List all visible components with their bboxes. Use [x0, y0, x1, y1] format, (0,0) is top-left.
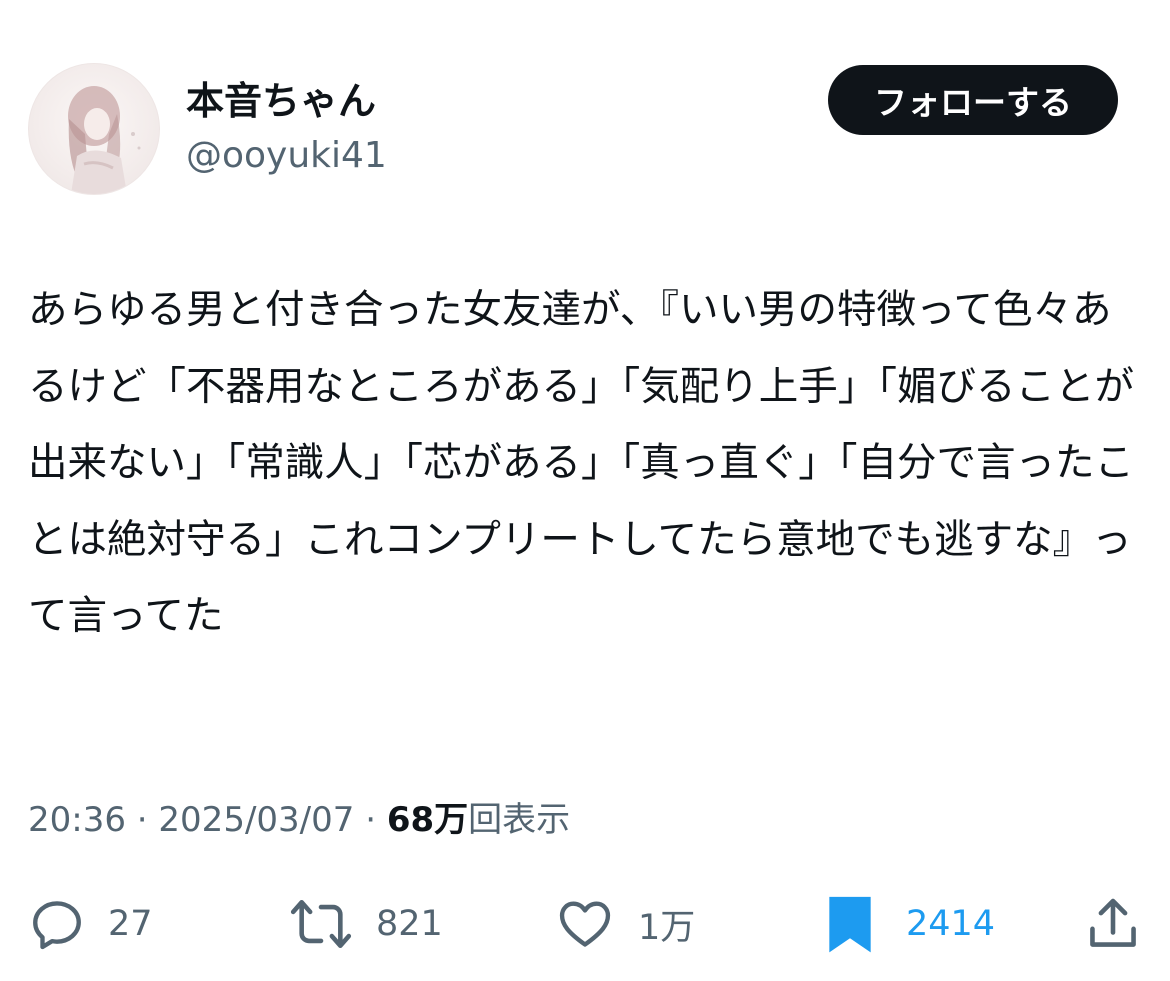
avatar[interactable] [28, 63, 160, 195]
meta-separator: · [354, 800, 387, 840]
views-count: 68万 [386, 800, 469, 840]
retweet-icon [290, 899, 352, 949]
tweet-date[interactable]: 2025/03/07 [158, 800, 354, 840]
reply-icon [33, 901, 81, 950]
retweet-button[interactable]: 821 [288, 888, 443, 960]
bookmark-count: 2414 [906, 904, 996, 944]
reply-count: 27 [108, 904, 153, 944]
views-label: 回表示 [468, 800, 571, 840]
bookmark-button[interactable]: 2414 [824, 888, 995, 960]
heart-icon [559, 901, 611, 947]
retweet-count: 821 [376, 904, 443, 944]
like-button[interactable]: 1万 [554, 888, 695, 960]
meta-separator: · [125, 800, 159, 840]
action-bar: 27 821 1万 2414 [0, 888, 1170, 960]
share-icon [1090, 898, 1136, 947]
follow-button[interactable]: フォローする [828, 65, 1118, 135]
like-count: 1万 [638, 907, 696, 948]
bookmark-icon [829, 896, 871, 953]
user-handle[interactable]: @ooyuki41 [186, 133, 387, 179]
avatar-illustration [68, 86, 141, 194]
reply-button[interactable]: 27 [28, 888, 153, 960]
tweet-time[interactable]: 20:36 [28, 800, 126, 840]
tweet-text: あらゆる男と付き合った女友達が、『いい男の特徴って色々あるけど「不器用なところが… [28, 287, 1134, 639]
tweet-meta: 20:36 · 2025/03/07 · 68万回表示 [28, 796, 570, 844]
display-name[interactable]: 本音ちゃん [186, 77, 376, 125]
share-button[interactable] [1084, 888, 1142, 960]
